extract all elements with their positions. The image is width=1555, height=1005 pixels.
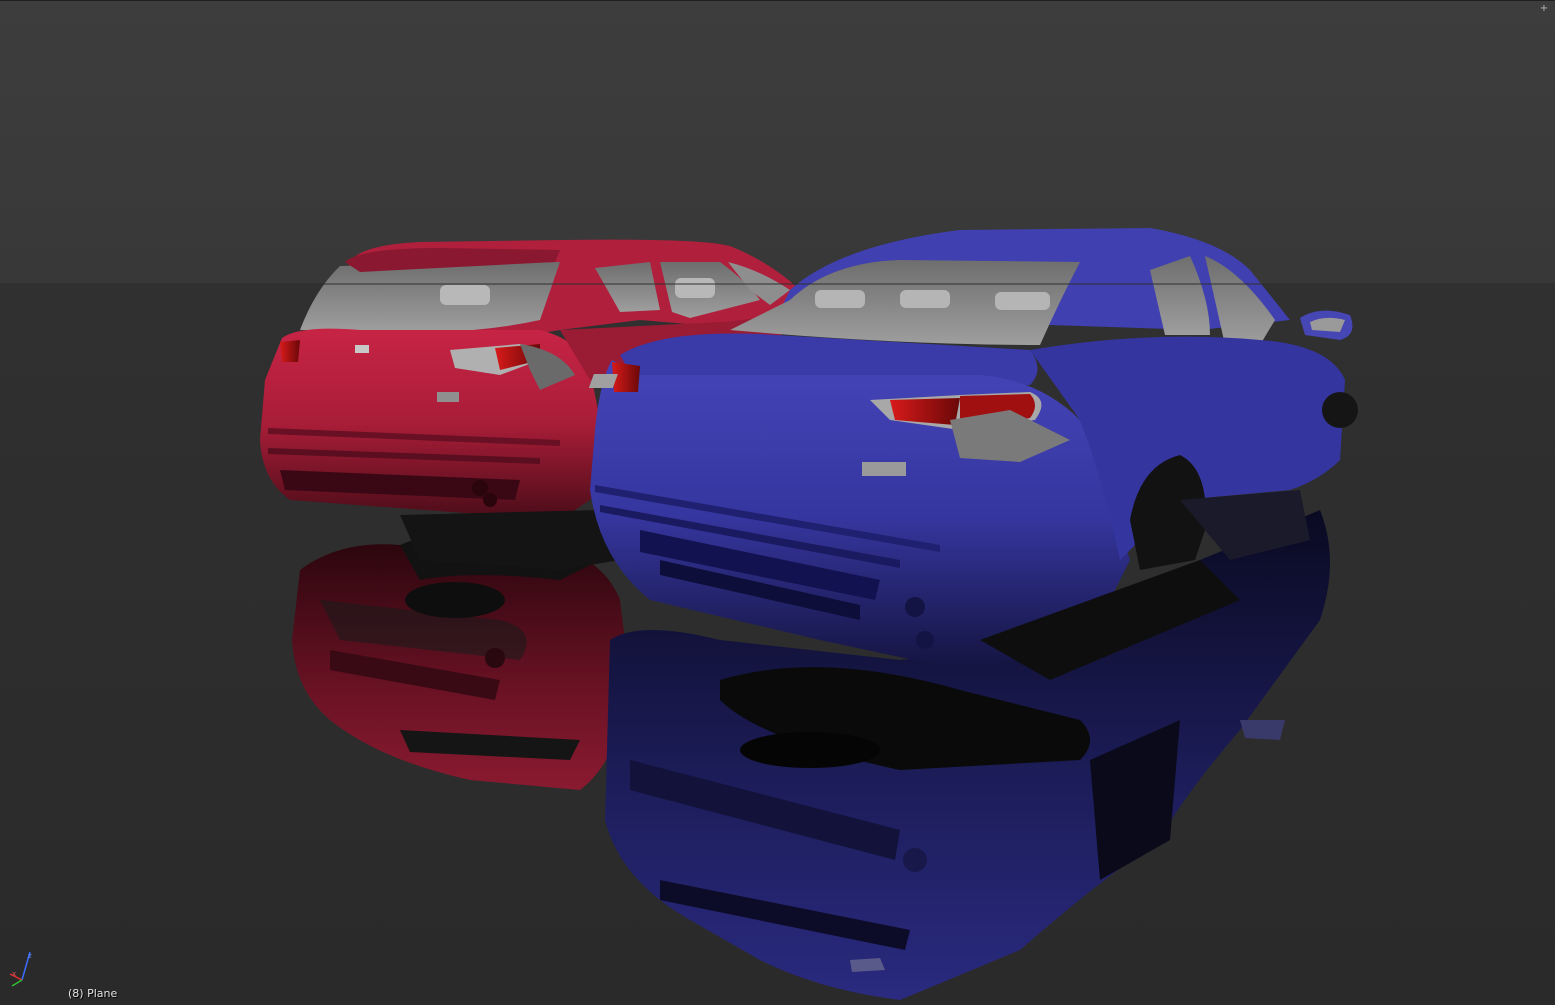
3d-viewport[interactable]: + x z (8) Plane bbox=[0, 0, 1555, 1005]
viewport-object-info: (8) Plane bbox=[68, 987, 118, 1000]
render-scene[interactable] bbox=[0, 0, 1555, 1005]
axis-gizmo-icon: x z bbox=[9, 951, 32, 987]
svg-text:z: z bbox=[28, 952, 32, 960]
svg-text:x: x bbox=[12, 970, 16, 978]
viewport-split-icon[interactable]: + bbox=[1539, 4, 1549, 14]
world-background bbox=[0, 1, 1555, 284]
